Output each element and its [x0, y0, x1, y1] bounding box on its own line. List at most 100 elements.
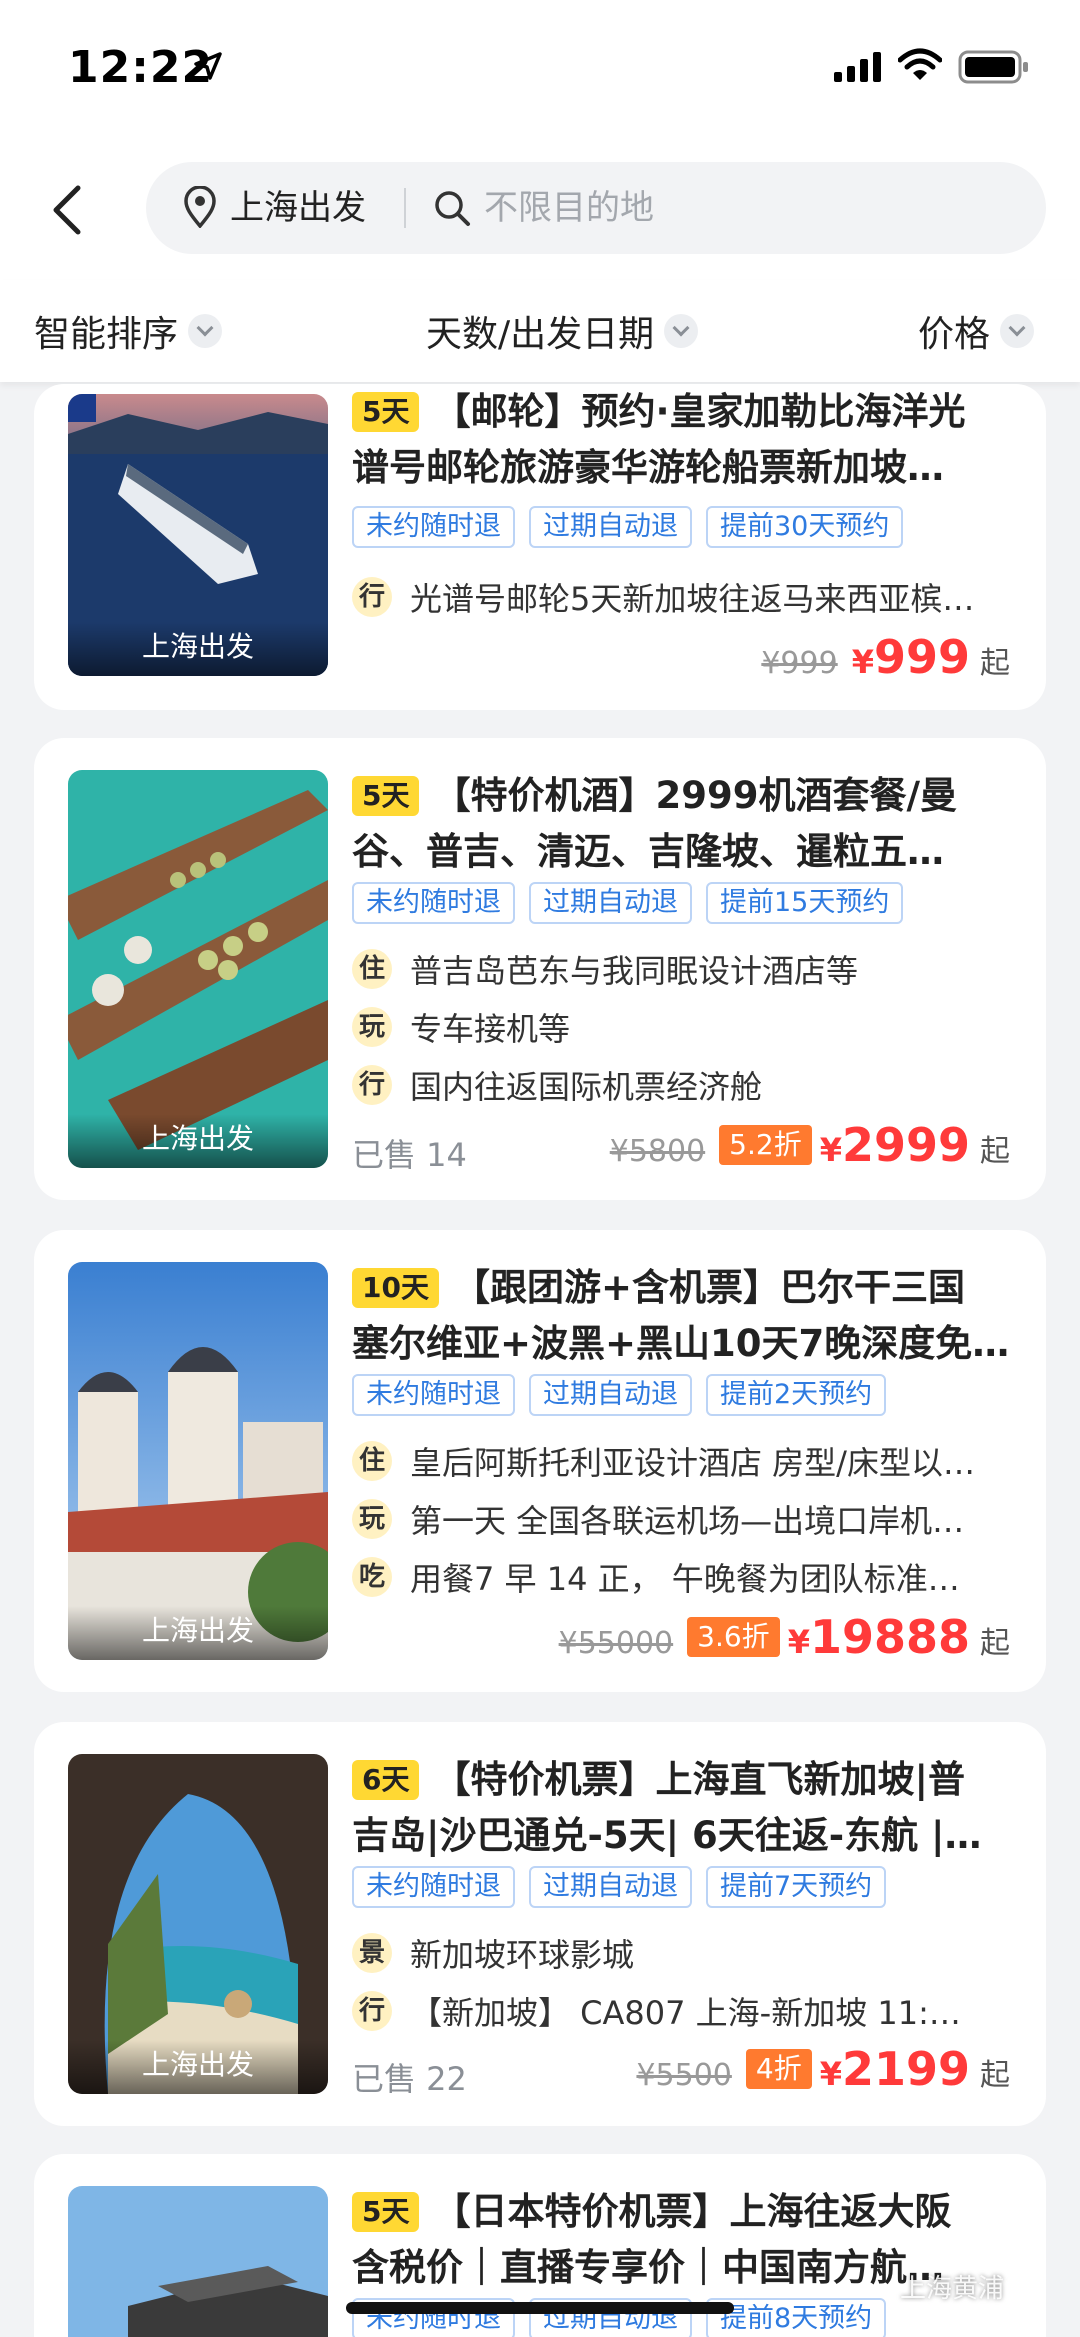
- feature-transport-icon: 行: [352, 1991, 392, 2031]
- location-arrow-icon: [194, 52, 222, 80]
- image-caption: 上海出发: [68, 1114, 328, 1168]
- price-row: ¥55000 3.6折 ¥ 19888 起: [559, 1610, 1010, 1664]
- wifi-icon: [898, 48, 942, 80]
- tag-list: 未约随时退 过期自动退 提前30天预约: [352, 506, 904, 548]
- destination-input[interactable]: 不限目的地: [484, 180, 654, 236]
- title-line2: 谷、普吉、清迈、吉隆坡、暹粒五…: [352, 830, 944, 873]
- discount-badge: 5.2折: [719, 1125, 812, 1165]
- original-price: ¥5800: [609, 1134, 706, 1169]
- product-image-church: 上海出发: [68, 1262, 328, 1660]
- filter-sort-label: 智能排序: [34, 314, 179, 355]
- filter-price[interactable]: 价格: [918, 302, 1035, 360]
- tag: 未约随时退: [352, 1866, 515, 1908]
- tag: 提前2天预约: [706, 1374, 887, 1416]
- product-title[interactable]: 10天 【跟团游+含机票】巴尔干三国 塞尔维亚+波黑+黑山10天7晚深度免…: [352, 1260, 1032, 1372]
- feature-row: 住 普吉岛芭东与我同眠设计酒店等: [352, 946, 1032, 992]
- tag-list: 未约随时退 过期自动退 提前15天预约: [352, 882, 904, 924]
- status-time: 12:22: [68, 42, 214, 93]
- feature-transport-icon: 行: [352, 1065, 392, 1105]
- currency-symbol: ¥: [819, 2055, 842, 2093]
- sale-price: 2999: [841, 1118, 970, 1172]
- title-line2: 塞尔维亚+波黑+黑山10天7晚深度免…: [352, 1322, 1010, 1365]
- image-caption: 上海出发: [68, 2040, 328, 2094]
- tag: 过期自动退: [529, 882, 692, 924]
- feature-text: 用餐7 早 14 正， 午晚餐为团队标准…: [410, 1560, 960, 1598]
- product-card[interactable]: 上海出发 5天 【特价机酒】2999机酒套餐/曼 谷、普吉、清迈、吉隆坡、暹粒五……: [34, 738, 1046, 1200]
- tag: 提前30天预约: [706, 506, 904, 548]
- price-suffix: 起: [980, 2058, 1010, 2093]
- filter-days[interactable]: 天数/出发日期: [426, 302, 699, 360]
- chevron-down-icon: [664, 314, 699, 348]
- tag: 提前15天预约: [706, 882, 904, 924]
- tag: 提前7天预约: [706, 1866, 887, 1908]
- sale-price: 2199: [841, 2042, 970, 2096]
- feature-transport-icon: 行: [352, 577, 392, 617]
- price-suffix: 起: [980, 1626, 1010, 1661]
- feature-hotel-icon: 住: [352, 949, 392, 989]
- filter-days-label: 天数/出发日期: [426, 314, 655, 355]
- feature-text: 国内往返国际机票经济舱: [410, 1068, 763, 1106]
- home-indicator[interactable]: [346, 2302, 734, 2314]
- feature-row: 玩 专车接机等: [352, 1004, 1032, 1050]
- feature-activity-icon: 玩: [352, 1499, 392, 1539]
- feature-text: 【新加坡】 CA807 上海-新加坡 11:…: [410, 1994, 961, 2032]
- price-row: ¥5500 4折 ¥ 2199 起: [636, 2042, 1010, 2096]
- search-bar[interactable]: 上海出发 不限目的地: [146, 162, 1046, 254]
- original-price: ¥999: [761, 646, 838, 681]
- product-card[interactable]: 上海出发 10天 【跟团游+含机票】巴尔干三国 塞尔维亚+波黑+黑山10天7晚深度…: [34, 1230, 1046, 1692]
- back-arrow-icon[interactable]: [48, 180, 88, 240]
- status-bar: 12:22: [0, 0, 1080, 140]
- sold-count: 已售 14: [352, 1136, 467, 1174]
- tag: 过期自动退: [529, 1374, 692, 1416]
- feature-text: 第一天 全国各联运机场—出境口岸机…: [410, 1502, 965, 1540]
- tag: 过期自动退: [529, 506, 692, 548]
- tag: 未约随时退: [352, 1374, 515, 1416]
- price-row: ¥5800 5.2折 ¥ 2999 起: [610, 1118, 1010, 1172]
- search-icon: [435, 191, 470, 226]
- discount-badge: 3.6折: [687, 1617, 780, 1657]
- currency-symbol: ¥: [819, 1131, 842, 1169]
- feature-row: 吃 用餐7 早 14 正， 午晚餐为团队标准…: [352, 1554, 1032, 1600]
- day-badge: 6天: [352, 1760, 420, 1800]
- location-pin-icon: [184, 186, 216, 228]
- tag: 未约随时退: [352, 882, 515, 924]
- product-title[interactable]: 5天 【邮轮】预约·皇家加勒比海洋光 谱号邮轮旅游豪华游轮船票新加坡…: [352, 384, 1032, 496]
- feature-text: 皇后阿斯托利亚设计酒店 房型/床型以…: [410, 1444, 975, 1482]
- feature-activity-icon: 玩: [352, 1007, 392, 1047]
- filter-sort[interactable]: 智能排序: [34, 302, 223, 360]
- chevron-down-icon: [1000, 314, 1035, 348]
- filter-bar: 智能排序 天数/出发日期 价格: [0, 280, 1080, 382]
- filter-price-label: 价格: [918, 314, 991, 355]
- currency-symbol: ¥: [787, 1623, 810, 1661]
- original-price: ¥5500: [636, 2058, 732, 2093]
- origin-city[interactable]: 上海出发: [230, 180, 366, 236]
- product-card[interactable]: 上海出发 6天 【特价机票】上海直飞新加坡|普 吉岛|沙巴通兑-5天| 6天往返-…: [34, 1722, 1046, 2126]
- search-divider: [404, 188, 406, 228]
- title-line1: 【跟团游+含机票】巴尔干三国: [452, 1266, 965, 1309]
- tag-list: 未约随时退 过期自动退 提前2天预约: [352, 1374, 887, 1416]
- tag: 未约随时退: [352, 506, 515, 548]
- day-badge: 5天: [352, 392, 420, 432]
- product-card[interactable]: 上海出发 5天 【邮轮】预约·皇家加勒比海洋光 谱号邮轮旅游豪华游轮船票新加坡… …: [34, 384, 1046, 710]
- feature-row: 住 皇后阿斯托利亚设计酒店 房型/床型以…: [352, 1438, 1032, 1484]
- feature-text: 光谱号邮轮5天新加坡往返马来西亚槟…: [410, 580, 975, 618]
- feature-row: 行 【新加坡】 CA807 上海-新加坡 11:…: [352, 1988, 1032, 2034]
- day-badge: 5天: [352, 2192, 420, 2232]
- product-image-boats: 上海出发: [68, 770, 328, 1168]
- image-caption: 上海出发: [68, 1606, 328, 1660]
- feature-meal-icon: 吃: [352, 1557, 392, 1597]
- currency-symbol: ¥: [851, 643, 874, 681]
- product-title[interactable]: 6天 【特价机票】上海直飞新加坡|普 吉岛|沙巴通兑-5天| 6天往返-东航 |…: [352, 1752, 1032, 1864]
- product-image-cruise: 上海出发: [68, 394, 328, 676]
- feature-row: 行 国内往返国际机票经济舱: [352, 1062, 1032, 1108]
- day-badge: 5天: [352, 776, 420, 816]
- title-line2: 吉岛|沙巴通兑-5天| 6天往返-东航 |…: [352, 1814, 982, 1857]
- title-line1: 【特价机酒】2999机酒套餐/曼: [433, 774, 957, 817]
- sale-price: 999: [873, 630, 970, 684]
- feature-row: 玩 第一天 全国各联运机场—出境口岸机…: [352, 1496, 1032, 1542]
- title-line1: 【特价机票】上海直飞新加坡|普: [433, 1758, 965, 1801]
- title-line1: 【邮轮】预约·皇家加勒比海洋光: [433, 390, 966, 433]
- price-suffix: 起: [980, 1134, 1010, 1169]
- product-title[interactable]: 5天 【特价机酒】2999机酒套餐/曼 谷、普吉、清迈、吉隆坡、暹粒五…: [352, 768, 1032, 880]
- product-image-cave-beach: 上海出发: [68, 1754, 328, 2094]
